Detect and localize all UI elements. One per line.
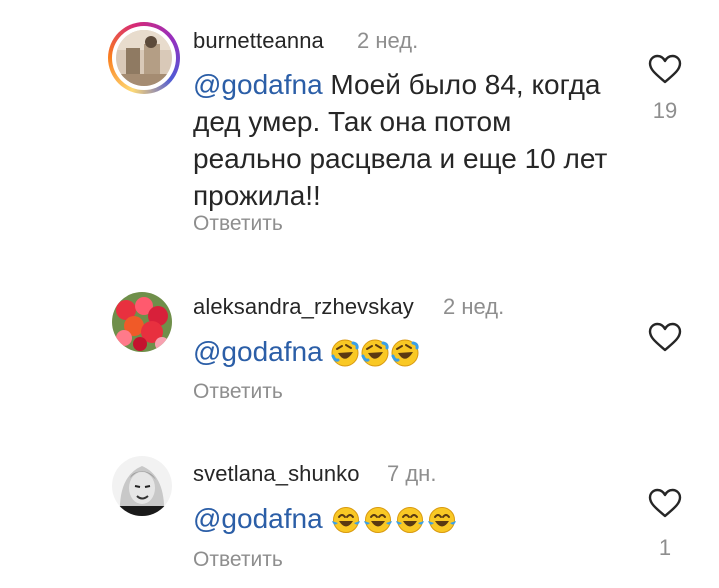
heart-outline-icon[interactable] [648,322,682,352]
mention-link[interactable]: @godafna [193,503,323,534]
comment-timestamp: 7 дн. [387,461,437,486]
flowers-avatar-image [112,292,172,352]
reply-button[interactable]: Ответить [193,380,283,404]
comment-text: @godafna [193,500,623,537]
tears-of-joy-icon [363,507,392,533]
avatar[interactable] [112,292,172,352]
mention-link[interactable]: @godafna [193,336,323,367]
like-count: 1 [658,535,672,560]
tears-of-joy-icon [427,507,456,533]
emoji-group [331,506,457,534]
comment-username[interactable]: aleksandra_rzhevskay [193,294,414,320]
comment-username[interactable]: burnetteanna [193,28,324,54]
mention-link[interactable]: @godafna [193,69,323,100]
emoji-group [331,339,419,367]
comment-timestamp: 2 нед. [443,294,505,319]
reply-button[interactable]: Ответить [193,548,283,572]
heart-outline-icon[interactable] [648,488,682,518]
tears-of-joy-icon [331,507,360,533]
avatar[interactable] [112,456,172,516]
rolling-on-floor-laughing-icon [391,339,419,367]
heart-outline-icon[interactable] [648,54,682,84]
comment-username[interactable]: svetlana_shunko [193,461,360,487]
comment-timestamp: 2 нед. [357,28,419,53]
tears-of-joy-icon [395,507,424,533]
story-ring-avatar-image [116,30,172,86]
avatar[interactable] [108,22,180,94]
like-count: 19 [652,98,678,123]
comment-text: @godafna Моей было 84, когда дед умер. Т… [193,66,623,214]
portrait-avatar-image [112,456,172,516]
rolling-on-floor-laughing-icon [361,339,389,367]
rolling-on-floor-laughing-icon [331,339,359,367]
comment-text: @godafna [193,333,623,370]
reply-button[interactable]: Ответить [193,212,283,236]
